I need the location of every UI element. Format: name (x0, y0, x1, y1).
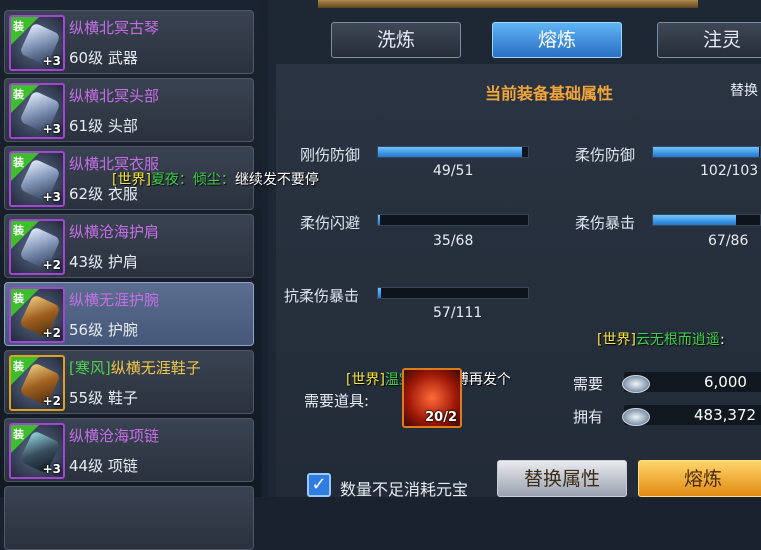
badge-label: 装 (13, 224, 24, 237)
have-value: 483,372 (694, 406, 757, 424)
section-title: 当前装备基础属性 (485, 84, 614, 103)
silver-coin-icon (622, 375, 650, 393)
equipment-icon: 装 +3 (9, 423, 65, 479)
chat-sender[interactable]: 夏夜：倾尘： (151, 172, 235, 188)
enhance-level: +2 (42, 394, 61, 408)
equipment-list-panel: 装 +3 纵横北冥古琴 60级 武器 装 +3 纵横北冥头部 61级 头部 装 … (0, 0, 262, 550)
enhance-level: +2 (42, 326, 61, 340)
equipment-level: 60级 武器 (69, 49, 138, 67)
replace-attributes-button[interactable]: 替换属性 (497, 460, 627, 497)
stat-value: 35/68 (433, 233, 474, 249)
equipment-icon: 装 +2 (9, 355, 65, 411)
tab-inject[interactable]: 注灵 (657, 22, 761, 58)
equipment-level: 44级 项链 (69, 457, 138, 475)
stat-bar (652, 146, 761, 158)
badge-label: 装 (13, 428, 24, 441)
equipment-slot-8[interactable] (4, 486, 254, 550)
equipment-level: 56级 护腕 (69, 321, 138, 339)
equipment-level: 43级 护肩 (69, 253, 138, 271)
stat-bar (377, 214, 529, 226)
stat-bar-fill (653, 215, 737, 225)
check-icon: ✓ (311, 474, 327, 495)
tab-smelt[interactable]: 熔炼 (492, 22, 622, 58)
equipment-name: 纵横北冥头部 (69, 87, 160, 105)
use-ingot-label: 数量不足消耗元宝 (340, 480, 469, 499)
chat-message: [世界]云无根而逍遥: (597, 329, 725, 349)
stat-label: 柔伤防御 (575, 146, 636, 164)
enhance-level: +3 (42, 190, 61, 204)
equipment-icon: 装 +2 (9, 219, 65, 275)
required-item-slot[interactable]: 20/2 (402, 368, 462, 428)
enhance-level: +2 (42, 258, 61, 272)
have-label: 拥有 (573, 408, 604, 426)
stat-bar-fill (378, 288, 381, 298)
required-item-label: 需要道具: (304, 392, 370, 410)
stat-value: 67/86 (708, 233, 749, 249)
badge-label: 装 (13, 292, 24, 305)
equipment-level: 55级 鞋子 (69, 389, 138, 407)
equipment-name: 纵横沧海项链 (69, 427, 160, 445)
smelt-button[interactable]: 熔炼 (638, 460, 761, 497)
item-count: 20/2 (425, 410, 457, 425)
chat-message: [世界]夏夜：倾尘：继续发不要停 (112, 169, 319, 189)
stat-bar-fill (378, 215, 380, 225)
equipment-prefix: [寒风] (69, 359, 111, 377)
equipment-name: 纵横沧海护肩 (69, 223, 160, 241)
stat-label: 刚伤防御 (300, 146, 361, 164)
chat-text: 继续发不要停 (234, 172, 319, 188)
equipment-slot-2[interactable]: 装 +3 纵横北冥头部 61级 头部 (4, 78, 254, 142)
stat-bar (652, 214, 761, 226)
panel-frame (318, 0, 698, 8)
stat-bar (377, 146, 529, 158)
chat-channel: [世界] (112, 172, 151, 188)
stat-label: 柔伤闪避 (300, 214, 361, 232)
equipment-icon: 装 +3 (9, 15, 65, 71)
equipment-name: 纵横北冥古琴 (69, 19, 160, 37)
stat-label: 柔伤暴击 (575, 214, 636, 232)
tab-wash[interactable]: 洗炼 (331, 22, 461, 58)
equipment-level: 61级 头部 (69, 117, 138, 135)
enhance-level: +3 (42, 462, 61, 476)
enhance-level: +3 (42, 122, 61, 136)
replace-header: 替换 (730, 83, 758, 99)
badge-label: 装 (13, 20, 24, 33)
equipment-slot-1[interactable]: 装 +3 纵横北冥古琴 60级 武器 (4, 10, 254, 74)
silver-coin-icon (622, 408, 650, 426)
stat-bar-fill (378, 147, 522, 157)
chat-text: : (719, 332, 725, 348)
equipment-slot-6[interactable]: 装 +2 [寒风]纵横无涯鞋子 55级 鞋子 (4, 350, 254, 414)
stat-value: 49/51 (433, 163, 474, 179)
equipment-name: 纵横无涯护腕 (69, 291, 160, 309)
badge-label: 装 (13, 360, 24, 373)
enhance-level: +3 (42, 54, 61, 68)
equipment-slot-5[interactable]: 装 +2 纵横无涯护腕 56级 护腕 (4, 282, 254, 346)
chat-sender[interactable]: 云无根而逍遥 (636, 332, 720, 348)
equipment-icon: 装 +3 (9, 83, 65, 139)
stat-value: 102/103 (700, 163, 759, 179)
need-value: 6,000 (704, 373, 747, 391)
stat-bar-fill (653, 147, 759, 157)
equipment-slot-4[interactable]: 装 +2 纵横沧海护肩 43级 护肩 (4, 214, 254, 278)
stat-label: 抗柔伤暴击 (284, 287, 360, 305)
equipment-name: [寒风]纵横无涯鞋子 (69, 357, 201, 378)
badge-label: 装 (13, 88, 24, 101)
equipment-slot-7[interactable]: 装 +3 纵横沧海项链 44级 项链 (4, 418, 254, 482)
stat-bar (377, 287, 529, 299)
equipment-name-text: 纵横无涯鞋子 (110, 359, 201, 377)
chat-channel: [世界] (346, 372, 385, 388)
attribute-content (276, 64, 761, 497)
use-ingot-checkbox[interactable]: ✓ (307, 473, 331, 497)
chat-channel: [世界] (597, 332, 636, 348)
badge-label: 装 (13, 156, 24, 169)
stat-value: 57/111 (433, 305, 483, 321)
equipment-icon: 装 +3 (9, 151, 65, 207)
need-label: 需要 (573, 375, 604, 393)
equipment-icon: 装 +2 (9, 287, 65, 343)
